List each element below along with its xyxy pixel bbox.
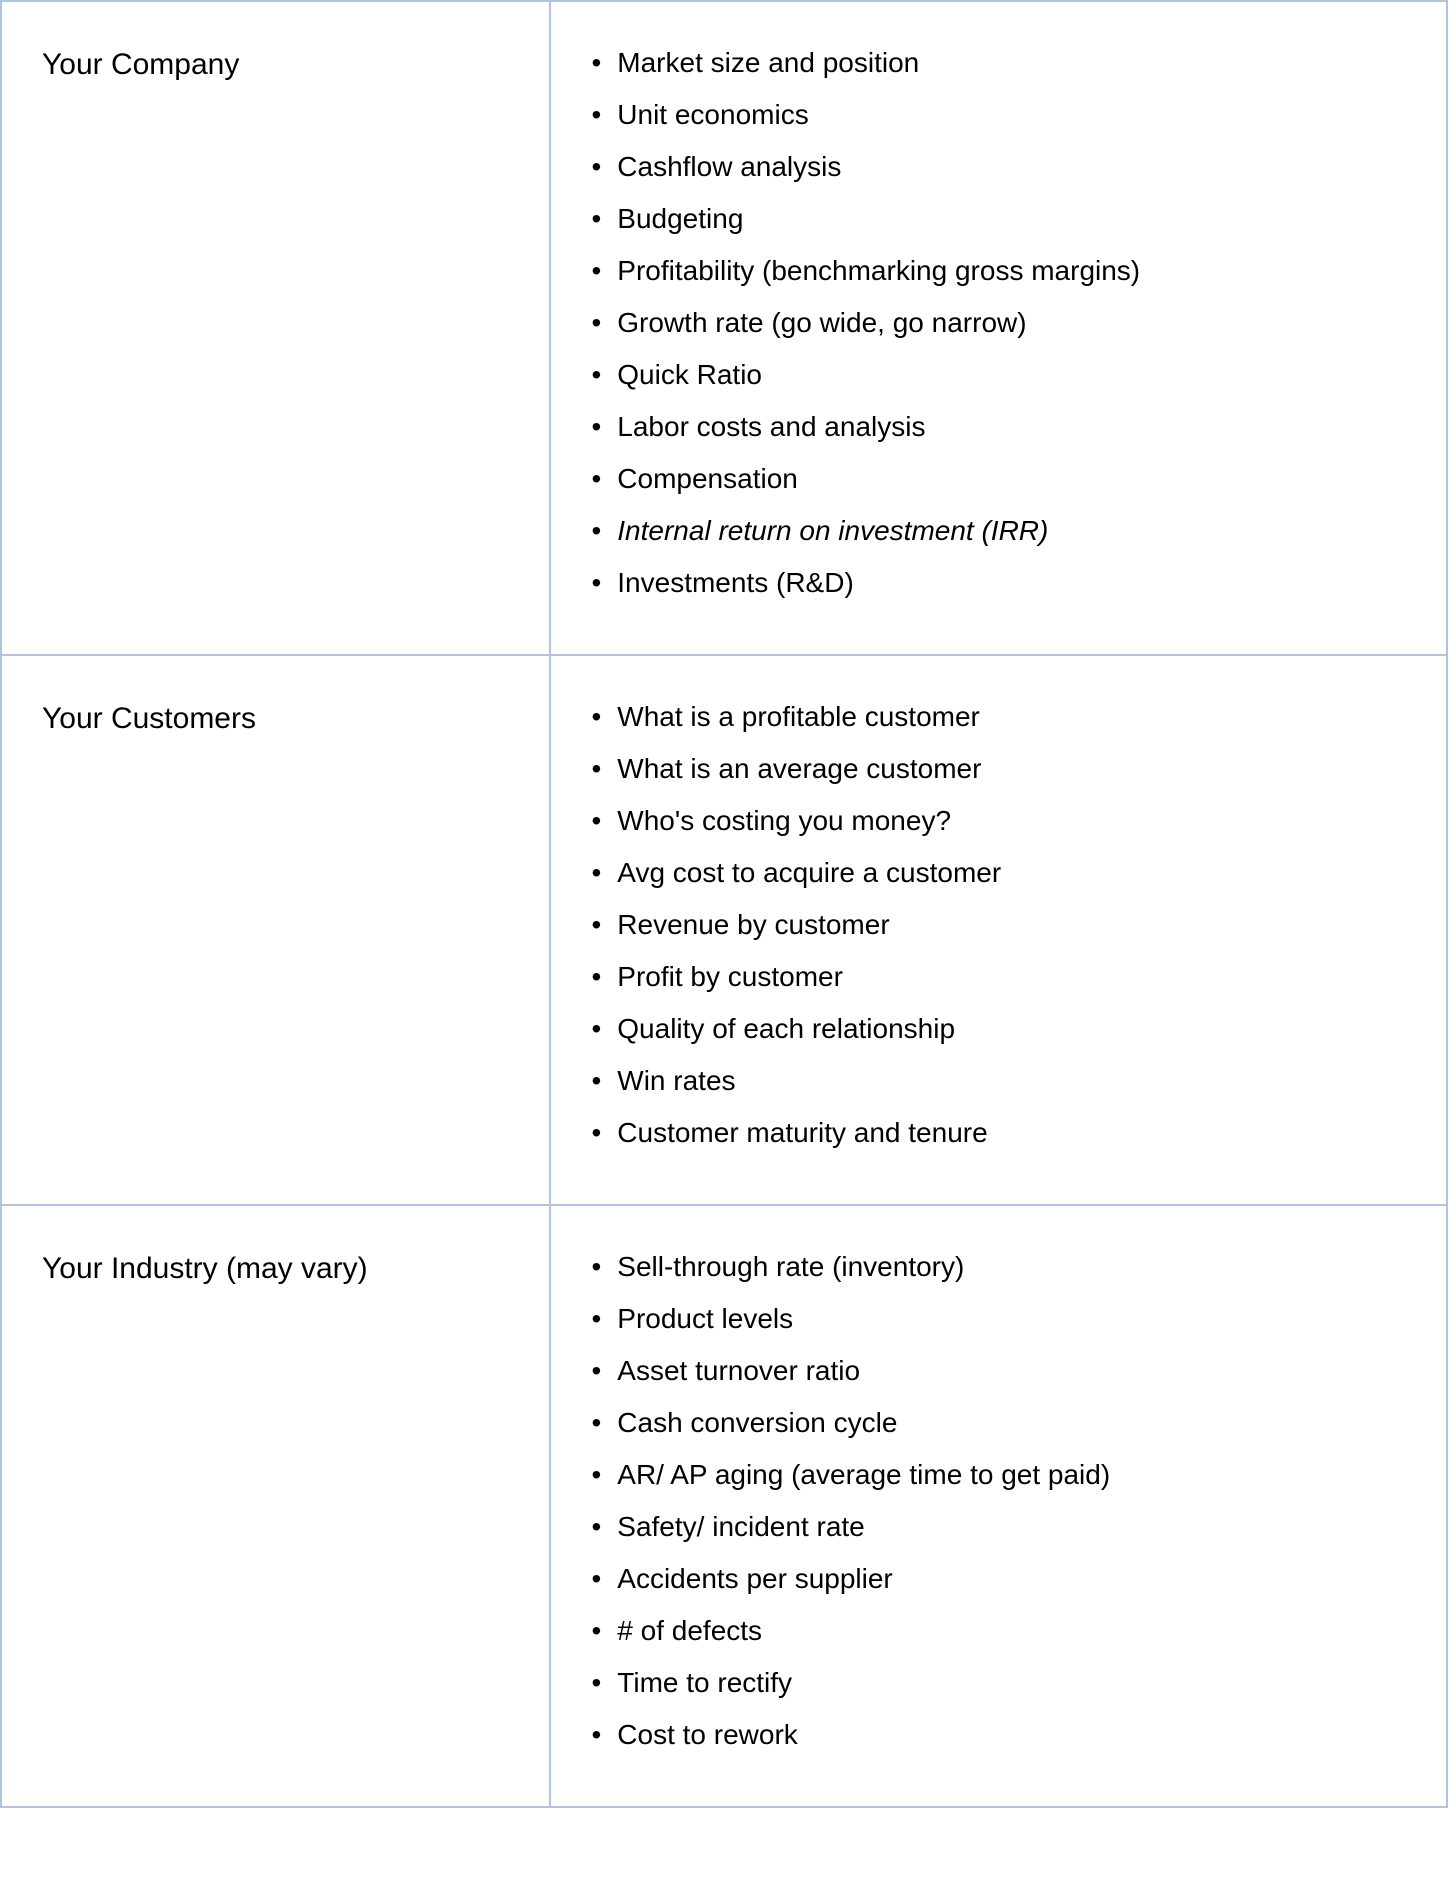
list-item: Sell-through rate (inventory) xyxy=(591,1246,1406,1288)
list-item-text: Cash conversion cycle xyxy=(617,1402,1406,1444)
list-item: AR/ AP aging (average time to get paid) xyxy=(591,1454,1406,1496)
list-item-text: Customer maturity and tenure xyxy=(617,1112,1406,1154)
list-item-text: What is an average customer xyxy=(617,748,1406,790)
list-item: Customer maturity and tenure xyxy=(591,1112,1406,1154)
category-label: Your Company xyxy=(42,48,239,81)
list-item: Asset turnover ratio xyxy=(591,1350,1406,1392)
list-item-text: Time to rectify xyxy=(617,1662,1406,1704)
category-label: Your Industry (may vary) xyxy=(42,1252,368,1285)
category-cell-0: Your Company xyxy=(1,1,550,655)
list-item-text: Growth rate (go wide, go narrow) xyxy=(617,302,1406,344)
table-row: Your Industry (may vary) Sell-through rat… xyxy=(1,1205,1447,1807)
list-item-text: Profit by customer xyxy=(617,956,1406,998)
list-item-text: Asset turnover ratio xyxy=(617,1350,1406,1392)
list-item: Safety/ incident rate xyxy=(591,1506,1406,1548)
list-item-text: Revenue by customer xyxy=(617,904,1406,946)
list-item: Product levels xyxy=(591,1298,1406,1340)
list-item: Investments (R&D) xyxy=(591,562,1406,604)
list-item-text: Product levels xyxy=(617,1298,1406,1340)
list-item-text: AR/ AP aging (average time to get paid) xyxy=(617,1454,1406,1496)
list-item: Time to rectify xyxy=(591,1662,1406,1704)
list-item: Cost to rework xyxy=(591,1714,1406,1756)
items-cell-2: Sell-through rate (inventory) Product lev… xyxy=(550,1205,1447,1807)
list-item-text: Safety/ incident rate xyxy=(617,1506,1406,1548)
list-item-text: Market size and position xyxy=(617,42,1406,84)
list-item-text: Investments (R&D) xyxy=(617,562,1406,604)
list-item: Unit economics xyxy=(591,94,1406,136)
items-cell-0: Market size and position Unit economics Ca… xyxy=(550,1,1447,655)
list-item: Revenue by customer xyxy=(591,904,1406,946)
list-item: Profit by customer xyxy=(591,956,1406,998)
list-item-text: Who's costing you money? xyxy=(617,800,1406,842)
list-item-text: Internal return on investment (IRR) xyxy=(617,510,1406,552)
list-item: Internal return on investment (IRR) xyxy=(591,510,1406,552)
list-item-text: What is a profitable customer xyxy=(617,696,1406,738)
items-list: Sell-through rate (inventory) Product lev… xyxy=(591,1246,1406,1756)
items-cell-1: What is a profitable customer What is an … xyxy=(550,655,1447,1205)
list-item-text: Budgeting xyxy=(617,198,1406,240)
list-item: Quick Ratio xyxy=(591,354,1406,396)
list-item-text: Win rates xyxy=(617,1060,1406,1102)
category-label: Your Customers xyxy=(42,702,256,735)
list-item-text: Labor costs and analysis xyxy=(617,406,1406,448)
main-table: Your Company Market size and position Unit… xyxy=(0,0,1448,1808)
list-item: Accidents per supplier xyxy=(591,1558,1406,1600)
list-item-text: Profitability (benchmarking gross margin… xyxy=(617,250,1406,292)
list-item: Labor costs and analysis xyxy=(591,406,1406,448)
items-list: What is a profitable customer What is an … xyxy=(591,696,1406,1154)
items-list: Market size and position Unit economics Ca… xyxy=(591,42,1406,604)
list-item: Compensation xyxy=(591,458,1406,500)
category-cell-2: Your Industry (may vary) xyxy=(1,1205,550,1807)
list-item: Growth rate (go wide, go narrow) xyxy=(591,302,1406,344)
list-item-text: Compensation xyxy=(617,458,1406,500)
list-item-text: Unit economics xyxy=(617,94,1406,136)
list-item: Win rates xyxy=(591,1060,1406,1102)
list-item-text: Quality of each relationship xyxy=(617,1008,1406,1050)
list-item: Market size and position xyxy=(591,42,1406,84)
list-item: Cash conversion cycle xyxy=(591,1402,1406,1444)
table-row: Your Company Market size and position Unit… xyxy=(1,1,1447,655)
list-item: Budgeting xyxy=(591,198,1406,240)
list-item: Profitability (benchmarking gross margin… xyxy=(591,250,1406,292)
list-item-text: # of defects xyxy=(617,1610,1406,1652)
category-cell-1: Your Customers xyxy=(1,655,550,1205)
list-item-text: Sell-through rate (inventory) xyxy=(617,1246,1406,1288)
list-item-text: Accidents per supplier xyxy=(617,1558,1406,1600)
list-item: Quality of each relationship xyxy=(591,1008,1406,1050)
list-item: What is an average customer xyxy=(591,748,1406,790)
list-item: What is a profitable customer xyxy=(591,696,1406,738)
table-row: Your Customers What is a profitable custo… xyxy=(1,655,1447,1205)
list-item: Cashflow analysis xyxy=(591,146,1406,188)
list-item-text: Avg cost to acquire a customer xyxy=(617,852,1406,894)
list-item-text: Cost to rework xyxy=(617,1714,1406,1756)
list-item: Who's costing you money? xyxy=(591,800,1406,842)
list-item-text: Cashflow analysis xyxy=(617,146,1406,188)
list-item: Avg cost to acquire a customer xyxy=(591,852,1406,894)
list-item-text: Quick Ratio xyxy=(617,354,1406,396)
list-item: # of defects xyxy=(591,1610,1406,1652)
